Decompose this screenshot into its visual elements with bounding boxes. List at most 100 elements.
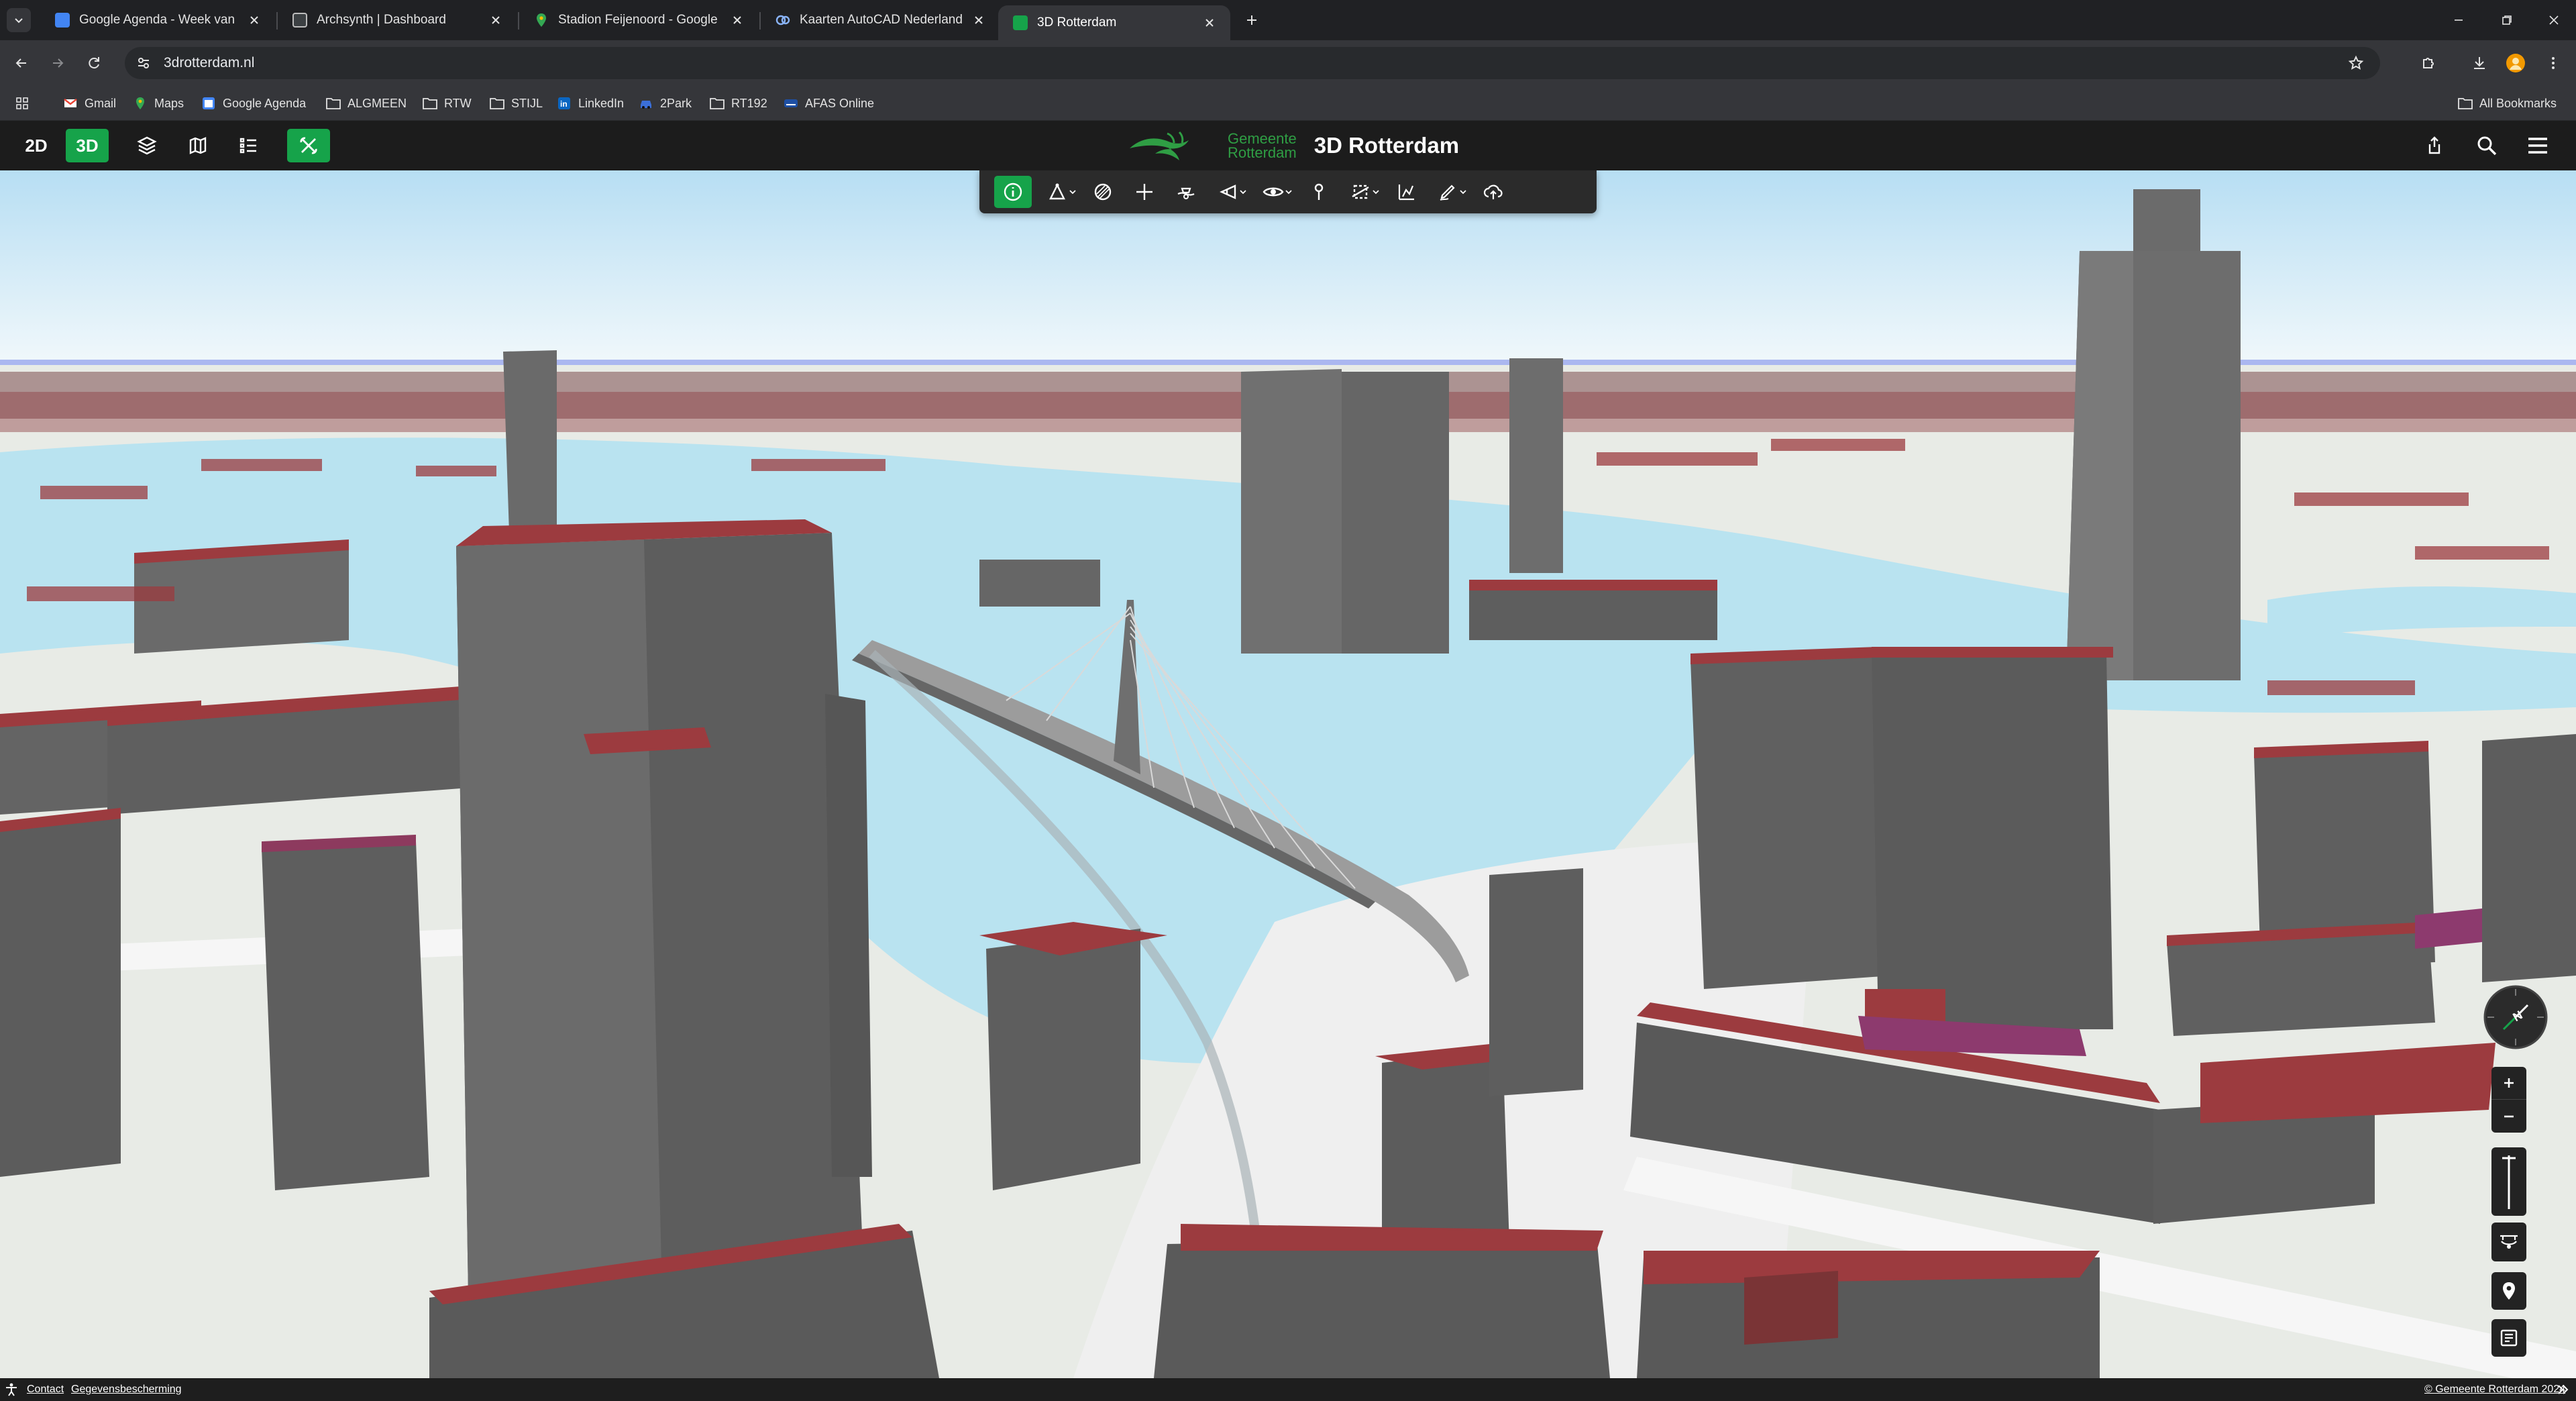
bookmark-linkedin[interactable]: in LinkedIn [557,93,624,114]
bookmark-afas-online[interactable]: AFAS Online [784,93,874,114]
downloads-button[interactable] [2466,50,2493,76]
legend-button[interactable] [229,129,268,162]
bookmark-folder-rtw[interactable]: RTW [423,93,472,114]
location-button[interactable] [2491,1272,2526,1310]
accessibility-icon[interactable] [4,1382,19,1397]
profile-tool-button[interactable] [1390,176,1422,208]
forward-button[interactable] [44,50,71,76]
tool-panel [979,170,1597,213]
info-tool-button[interactable] [994,176,1032,208]
app-header: 2D 3D Gemeente Rotterdam 3D Rotterdam [0,121,2576,170]
privacy-link[interactable]: Gegevensbescherming [71,1384,182,1396]
tiles-button[interactable] [178,129,217,162]
copyright-link[interactable]: © Gemeente Rotterdam 2024 [2424,1384,2565,1396]
bookmark-folder-algmeen[interactable]: ALGMEEN [326,93,407,114]
new-tab-button[interactable] [1241,9,1263,31]
chevron-down-icon [1240,190,1246,195]
tab-stadion-feijenoord[interactable]: Stadion Feijenoord - Google M [519,4,758,36]
kebab-menu-icon [2552,57,2555,69]
close-tab-icon[interactable] [970,11,987,29]
chevron-down-icon [1373,190,1379,195]
contact-link[interactable]: Contact [27,1384,64,1396]
bookmark-google-agenda[interactable]: Google Agenda [201,93,306,114]
tilt-slider-icon [2502,1155,2516,1209]
back-button[interactable] [8,50,35,76]
measure-tool-button[interactable] [1041,176,1077,208]
bookmark-label: RT192 [731,96,767,110]
street-view-button[interactable] [2491,1223,2526,1261]
tab-search-button[interactable] [7,8,31,32]
extensions-button[interactable] [2415,50,2442,76]
profile-avatar[interactable] [2502,50,2529,76]
zoom-in-button[interactable] [2491,1067,2526,1100]
compass-icon[interactable]: N [2482,984,2549,1051]
mode-3d-button[interactable]: 3D [66,129,109,162]
apps-grid-button[interactable] [15,93,36,114]
bookmark-gmail[interactable]: Gmail [63,93,116,114]
bookmark-label: LinkedIn [578,96,625,110]
chevron-down-icon [1285,190,1292,195]
close-tab-icon[interactable] [246,11,263,29]
avatar-icon [2506,54,2525,72]
tilt-slider[interactable] [2491,1147,2526,1216]
pin-tool-button[interactable] [1303,176,1335,208]
upload-tool-button[interactable] [1477,176,1509,208]
gmail-icon [63,96,78,111]
tab-kaarten-autocad[interactable]: Kaarten AutoCAD Nederland [761,4,1000,36]
browser-menu-button[interactable] [2540,50,2567,76]
bookmark-maps[interactable]: Maps [133,93,184,114]
close-tab-icon[interactable] [1201,14,1218,32]
tab-archsynth[interactable]: Archsynth | Dashboard [278,4,517,36]
coordinate-tool-button[interactable] [1128,176,1161,208]
coordinate-icon [1136,184,1152,200]
reload-button[interactable] [80,50,107,76]
main-menu-button[interactable] [2518,129,2557,162]
legend-list-icon [239,138,256,154]
bookmark-star-icon[interactable] [2345,52,2367,74]
tools-button[interactable] [287,129,330,162]
close-tab-icon[interactable] [487,11,504,29]
area-icon [1094,183,1112,201]
restore-button[interactable] [2490,5,2524,35]
zoom-out-button[interactable] [2491,1100,2526,1133]
search-button[interactable] [2467,129,2506,162]
map-viewport[interactable]: N [0,170,2576,1378]
bookmark-2park[interactable]: 2Park [639,93,692,114]
area-tool-button[interactable] [1087,176,1119,208]
afas-icon [784,96,798,111]
share-icon [2428,136,2440,154]
plus-icon [1247,15,1256,25]
bookmark-folder-rt192[interactable]: RT192 [710,93,767,114]
share-button[interactable] [2415,129,2454,162]
zoom-controls [2491,1067,2526,1133]
drone-tool-button[interactable] [1170,176,1202,208]
draw-tool-button[interactable] [1432,176,1468,208]
close-icon [2549,15,2559,25]
chevrons-right-icon[interactable] [2557,1384,2569,1395]
bookmark-label: 2Park [660,96,692,110]
zoom-out-icon [2504,1115,2514,1117]
close-tab-icon[interactable] [729,11,746,29]
search-icon [2477,136,2497,156]
draw-icon [1440,185,1455,201]
visibility-tool-button[interactable] [1257,176,1293,208]
tiles-icon [189,137,207,154]
municipality-line1: Gemeente [1228,130,1297,147]
tab-google-agenda[interactable]: Google Agenda - Week van 16 [40,4,275,36]
pin-tool-icon [1314,183,1324,200]
mode-2d-button[interactable]: 2D [15,129,58,162]
minimize-icon [2455,19,2463,21]
cross-section-tool-button[interactable] [1344,176,1381,208]
tab-3d-rotterdam[interactable]: 3D Rotterdam [998,5,1230,40]
3d-city-scene[interactable] [0,170,2576,1378]
close-window-button[interactable] [2537,5,2571,35]
bookmark-folder-stijl[interactable]: STIJL [490,93,543,114]
minimize-button[interactable] [2442,5,2475,35]
layers-button[interactable] [127,129,166,162]
address-bar[interactable]: 3drotterdam.nl [125,47,2380,79]
all-bookmarks-button[interactable]: All Bookmarks [2458,93,2557,114]
sun-shadow-tool-button[interactable] [1212,176,1248,208]
site-info-icon[interactable] [129,48,158,78]
brand: Gemeente Rotterdam 3D Rotterdam [1127,127,1459,164]
bookmark-map-button[interactable] [2491,1319,2526,1357]
